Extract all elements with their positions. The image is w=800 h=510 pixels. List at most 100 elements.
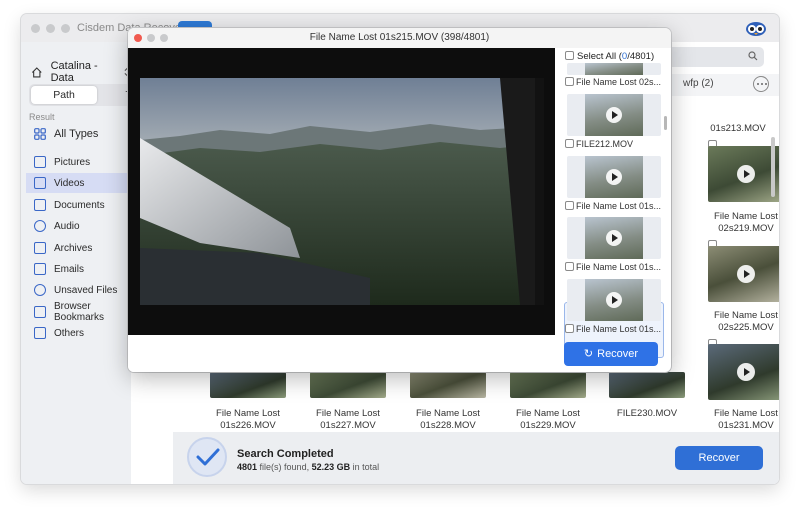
more-options-button[interactable] — [753, 76, 769, 92]
video-thumbnail[interactable] — [708, 344, 779, 400]
sidebar-item-label: Documents — [54, 199, 105, 211]
sidebar-item-documents[interactable]: Documents — [26, 195, 131, 215]
sidebar-item-label: Archives — [54, 242, 93, 254]
sidebar: Catalina - Data Path Ty Result All Types… — [21, 42, 229, 484]
minimize-window-button[interactable] — [46, 24, 55, 33]
video-thumbnail[interactable] — [210, 372, 286, 398]
list-item[interactable]: File Name Lost 01s... — [565, 201, 667, 211]
list-scrollbar[interactable] — [664, 116, 667, 130]
checkmark-icon — [196, 448, 220, 466]
audio-icon — [34, 220, 46, 232]
dialog-zoom-button[interactable] — [160, 34, 168, 42]
grid-item-label: File Name Lost 01s227.MOV — [316, 408, 380, 431]
grid-item-label: File Name Lost 02s219.MOV — [714, 211, 778, 234]
complete-badge — [187, 437, 227, 477]
sidebar-item-archives[interactable]: Archives — [26, 238, 131, 258]
bookmark-icon — [34, 306, 46, 318]
sidebar-item-videos[interactable]: Videos — [26, 173, 131, 193]
list-item[interactable]: File Name Lost 01s... — [565, 262, 667, 272]
archive-icon — [34, 242, 46, 254]
player-controls-area — [128, 335, 555, 372]
select-all-checkbox[interactable] — [565, 51, 574, 60]
video-icon — [34, 177, 46, 189]
sidebar-item-unsaved-files[interactable]: Unsaved Files — [26, 280, 131, 300]
dialog-title-text: File Name Lost 01s215.MOV (398/4801) — [309, 32, 490, 43]
window-controls — [31, 24, 70, 33]
document-icon — [34, 199, 46, 211]
video-preview[interactable] — [128, 48, 555, 335]
sidebar-item-label: Browser Bookmarks — [54, 301, 105, 323]
dialog-minimize-button[interactable] — [147, 34, 155, 42]
list-thumbnail[interactable] — [567, 156, 661, 198]
sidebar-item-pictures[interactable]: Pictures — [26, 152, 131, 172]
status-title: Search Completed — [237, 448, 334, 460]
recover-label: Recover — [597, 348, 639, 360]
preview-dialog: File Name Lost 01s215.MOV (398/4801) Sel… — [128, 28, 671, 372]
recover-button[interactable]: Recover — [675, 446, 763, 470]
select-all-total: /4801) — [627, 51, 655, 62]
list-thumbnail[interactable] — [567, 94, 661, 136]
sidebar-item-audio[interactable]: Audio — [26, 216, 131, 236]
sidebar-item-label: Others — [54, 327, 85, 339]
sidebar-item-browser-bookmarks[interactable]: Browser Bookmarks — [26, 301, 131, 323]
grid-item-label: File Name Lost 01s228.MOV — [416, 408, 480, 431]
list-thumbnail[interactable] — [567, 217, 661, 259]
sidebar-item-label: Emails — [54, 263, 85, 275]
tab-path[interactable]: Path — [31, 86, 97, 104]
sidebar-item-emails[interactable]: Emails — [26, 259, 131, 279]
sidebar-item-all-types[interactable]: All Types — [26, 124, 131, 144]
list-item[interactable]: File Name Lost 01s... — [565, 324, 667, 334]
play-icon — [606, 107, 622, 123]
file-list-panel: Select All (0/4801) File Name Lost 02s..… — [559, 48, 671, 358]
play-icon — [737, 363, 755, 381]
close-window-button[interactable] — [31, 24, 40, 33]
video-thumbnail[interactable] — [708, 246, 779, 302]
grid-item-label: FILE230.MOV — [616, 408, 678, 419]
item-checkbox[interactable] — [565, 201, 574, 210]
files-count: 4801 — [237, 462, 258, 472]
tab-wfp[interactable]: wfp (2) — [683, 78, 714, 89]
video-thumbnail[interactable] — [609, 372, 685, 398]
recover-icon: ↻ — [583, 348, 594, 360]
dialog-window-controls — [134, 34, 168, 42]
size-suffix: in total — [352, 462, 380, 472]
play-icon — [606, 292, 622, 308]
video-thumbnail[interactable] — [410, 372, 486, 398]
item-checkbox[interactable] — [565, 324, 574, 333]
item-checkbox[interactable] — [565, 77, 574, 86]
item-checkbox[interactable] — [565, 262, 574, 271]
select-all[interactable]: Select All (0/4801) — [565, 51, 654, 62]
list-item[interactable]: FILE212.MOV — [565, 139, 667, 149]
grid-icon — [34, 128, 46, 140]
sidebar-item-label: All Types — [54, 128, 99, 140]
dialog-recover-button[interactable]: ↻ Recover — [564, 342, 658, 366]
zoom-window-button[interactable] — [61, 24, 70, 33]
play-icon — [737, 265, 755, 283]
grid-item-label: File Name Lost 02s225.MOV — [714, 310, 778, 333]
item-checkbox[interactable] — [565, 139, 574, 148]
status-summary: 4801 file(s) found, 52.23 GB in total — [237, 462, 379, 472]
list-item[interactable]: File Name Lost 02s... — [565, 77, 667, 87]
results-scrollbar[interactable] — [771, 137, 775, 197]
others-icon — [34, 327, 46, 339]
video-thumbnail[interactable] — [708, 146, 779, 202]
sidebar-item-label: Videos — [54, 177, 85, 189]
sidebar-item-label: Audio — [54, 220, 80, 232]
list-thumbnail[interactable] — [567, 63, 661, 75]
video-thumbnail[interactable] — [510, 372, 586, 398]
grid-item-label: File Name Lost 01s231.MOV — [714, 408, 778, 431]
dialog-close-button[interactable] — [134, 34, 142, 42]
status-footer: Search Completed 4801 file(s) found, 52.… — [173, 432, 779, 484]
video-thumbnail[interactable] — [310, 372, 386, 398]
list-thumbnail[interactable] — [567, 279, 661, 321]
play-icon — [737, 165, 755, 183]
dialog-title: File Name Lost 01s215.MOV (398/4801) — [128, 28, 671, 48]
play-icon — [606, 169, 622, 185]
select-all-label: Select All ( — [577, 51, 622, 62]
home-icon[interactable] — [31, 66, 43, 79]
total-size: 52.23 GB — [311, 462, 351, 472]
play-icon — [606, 230, 622, 246]
drive-selector[interactable]: Catalina - Data — [31, 60, 131, 84]
search-input[interactable] — [661, 47, 764, 67]
sidebar-item-others[interactable]: Others — [26, 323, 131, 343]
